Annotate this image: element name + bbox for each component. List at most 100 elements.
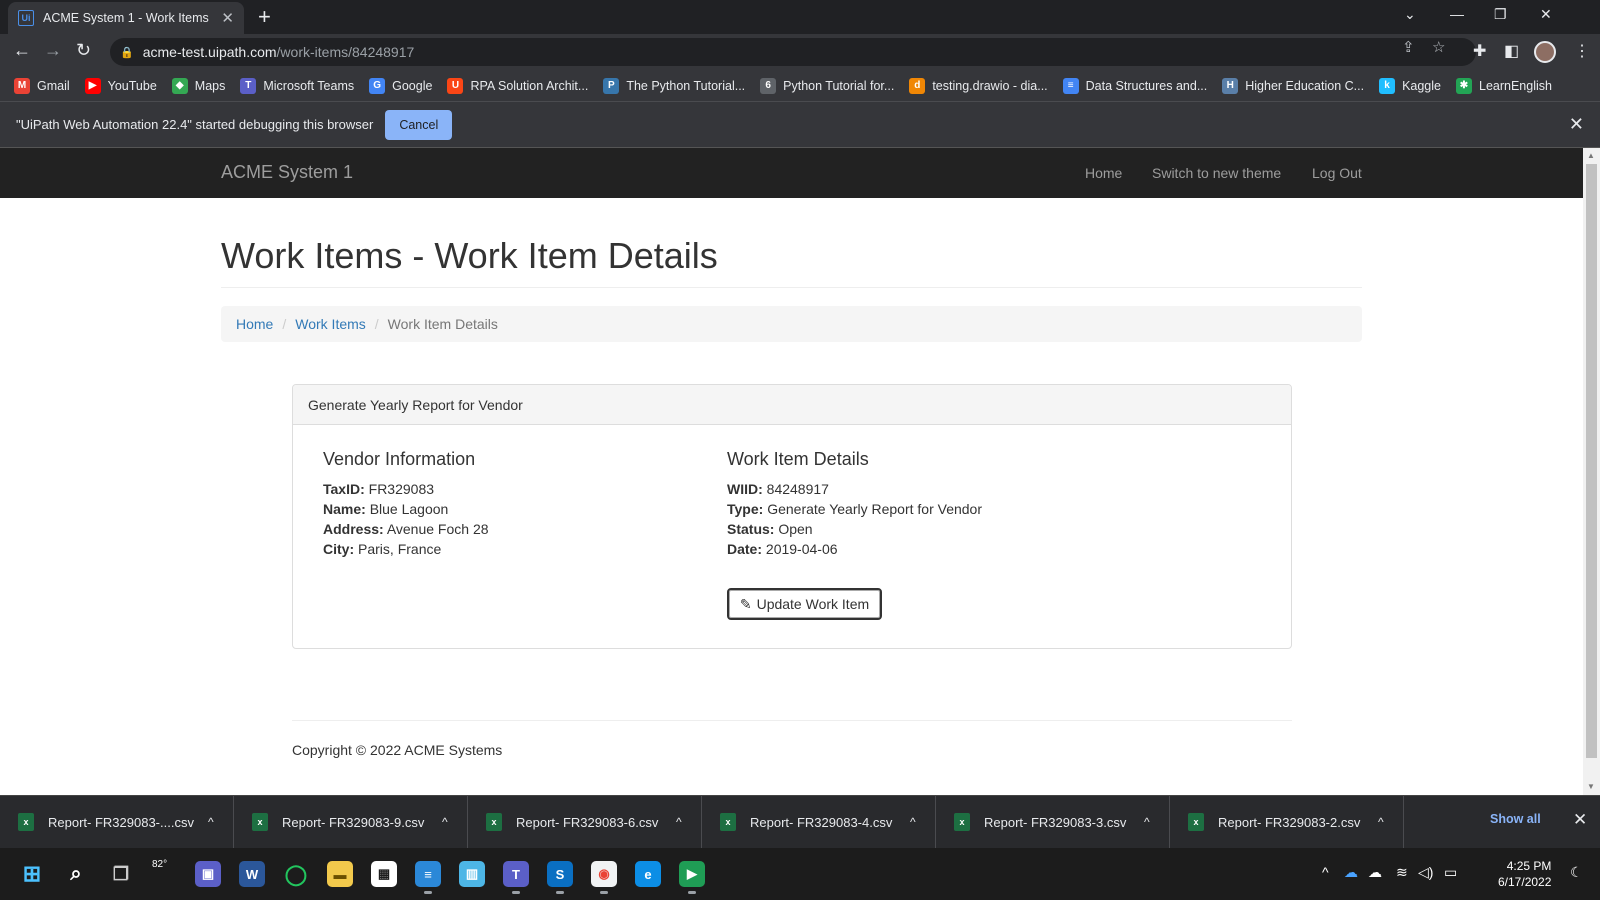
panel-heading: Generate Yearly Report for Vendor: [293, 385, 1291, 425]
cloud-sync-icon[interactable]: ☁: [1368, 864, 1382, 881]
bookmark-label: Kaggle: [1402, 78, 1441, 93]
side-panel-icon[interactable]: ◧: [1504, 41, 1519, 61]
microsoft-store-icon[interactable]: ▦: [371, 861, 397, 887]
teams-chat-icon[interactable]: ▣: [195, 861, 221, 887]
azure-app-icon[interactable]: ▥: [459, 861, 485, 887]
forward-icon[interactable]: →: [44, 40, 62, 61]
breadcrumb-work-items[interactable]: Work Items: [295, 316, 366, 332]
bookmark-item[interactable]: P The Python Tutorial...: [603, 77, 745, 94]
nav-home[interactable]: Home: [1085, 165, 1122, 181]
download-item[interactable]: x Report- FR329083-4.csv ^: [720, 796, 936, 848]
close-infobar-icon[interactable]: ✕: [1569, 114, 1584, 135]
file-explorer-icon[interactable]: ▬: [327, 861, 353, 887]
download-options-icon[interactable]: ^: [1378, 815, 1384, 829]
bookmark-item[interactable]: T Microsoft Teams: [240, 77, 355, 94]
download-filename: Report- FR329083-2.csv: [1218, 814, 1361, 830]
show-all-downloads[interactable]: Show all: [1490, 812, 1541, 826]
scroll-up-icon[interactable]: ▲: [1587, 151, 1595, 160]
uipath-assistant-icon[interactable]: ▶: [679, 861, 705, 894]
bookmark-label: LearnEnglish: [1479, 78, 1552, 93]
uipath-studio-icon[interactable]: S: [547, 861, 573, 894]
bookmark-item[interactable]: M Gmail: [14, 77, 70, 94]
work-item-details: Work Item Details WIID: 84248917 Type: G…: [727, 449, 982, 559]
update-work-item-button[interactable]: ✎ Update Work Item: [727, 588, 882, 620]
back-icon[interactable]: ←: [13, 40, 31, 61]
spinner-app-icon[interactable]: ◯: [283, 861, 309, 887]
share-icon[interactable]: ⇪: [1402, 38, 1415, 56]
bookmark-item[interactable]: G Google: [369, 77, 432, 94]
onedrive-icon[interactable]: ☁: [1344, 864, 1358, 881]
restore-icon[interactable]: ❐: [1494, 6, 1507, 23]
download-item[interactable]: x Report- FR329083-3.csv ^: [954, 796, 1170, 848]
notifications-icon[interactable]: ☾: [1570, 864, 1583, 881]
tab-search-icon[interactable]: ⌄: [1404, 6, 1416, 23]
update-work-item-label: Update Work Item: [756, 596, 870, 612]
show-hidden-icons-icon[interactable]: ^: [1322, 864, 1329, 880]
nav-logout[interactable]: Log Out: [1312, 165, 1362, 181]
download-options-icon[interactable]: ^: [208, 815, 214, 829]
bookmark-label: Microsoft Teams: [263, 78, 355, 93]
bookmark-label: Maps: [194, 78, 226, 93]
download-item[interactable]: x Report- FR329083-....csv ^: [18, 796, 234, 848]
work-item-status: Status: Open: [727, 521, 813, 537]
app-navbar: ACME System 1 Home Switch to new theme L…: [0, 148, 1583, 198]
bookmark-item[interactable]: ≡ Data Structures and...: [1062, 77, 1207, 94]
bookmark-item[interactable]: ▶ YouTube: [84, 77, 157, 94]
page-scrollbar[interactable]: ▲ ▼: [1583, 148, 1600, 795]
teams-icon[interactable]: T: [503, 861, 529, 894]
bookmark-item[interactable]: ✱ LearnEnglish: [1456, 77, 1552, 94]
edge-icon[interactable]: e: [635, 861, 661, 887]
wifi-icon[interactable]: ≋: [1396, 864, 1408, 881]
new-tab-icon[interactable]: +: [258, 4, 271, 30]
app-brand[interactable]: ACME System 1: [221, 162, 353, 183]
battery-icon[interactable]: ▭: [1444, 864, 1457, 881]
volume-icon[interactable]: ◁): [1418, 864, 1433, 881]
scroll-down-icon[interactable]: ▼: [1587, 782, 1595, 791]
word-icon[interactable]: W: [239, 861, 265, 887]
browser-toolbar: ← → ↻ 🔒 acme-test.uipath.com /work-items…: [0, 34, 1600, 70]
reload-icon[interactable]: ↻: [76, 40, 91, 61]
download-options-icon[interactable]: ^: [1144, 815, 1150, 829]
bookmark-star-icon[interactable]: ☆: [1432, 38, 1445, 56]
close-tab-icon[interactable]: ✕: [221, 9, 234, 27]
title-divider: [221, 287, 1362, 288]
infobar-message: "UiPath Web Automation 22.4" started deb…: [16, 117, 374, 132]
notepad-icon[interactable]: ≡: [415, 861, 441, 894]
download-item[interactable]: x Report- FR329083-6.csv ^: [486, 796, 702, 848]
close-download-shelf-icon[interactable]: ✕: [1573, 810, 1587, 830]
url-host: acme-test.uipath.com: [142, 44, 277, 60]
bookmark-item[interactable]: ◆ Maps: [171, 77, 226, 94]
scrollbar-thumb[interactable]: [1586, 164, 1597, 758]
close-window-icon[interactable]: ✕: [1540, 6, 1552, 23]
download-item[interactable]: x Report- FR329083-9.csv ^: [252, 796, 468, 848]
download-item[interactable]: x Report- FR329083-2.csv ^: [1188, 796, 1404, 848]
lock-icon[interactable]: 🔒: [120, 46, 134, 59]
task-view-icon[interactable]: ❐: [108, 861, 134, 887]
windows-start-icon[interactable]: ⊞: [19, 861, 45, 887]
breadcrumb-home[interactable]: Home: [236, 316, 273, 332]
bookmark-item[interactable]: d testing.drawio - dia...: [909, 77, 1048, 94]
tutorial-icon: 6: [760, 77, 777, 94]
more-menu-icon[interactable]: ⋮: [1574, 41, 1590, 61]
weather-temperature[interactable]: 82°: [152, 859, 167, 870]
bookmark-item[interactable]: U RPA Solution Archit...: [447, 77, 588, 94]
address-bar[interactable]: 🔒 acme-test.uipath.com /work-items/84248…: [110, 38, 1476, 66]
breadcrumb: Home / Work Items / Work Item Details: [221, 306, 1362, 342]
profile-avatar[interactable]: [1534, 41, 1556, 63]
download-options-icon[interactable]: ^: [442, 815, 448, 829]
download-options-icon[interactable]: ^: [910, 815, 916, 829]
learnenglish-icon: ✱: [1456, 77, 1472, 94]
search-icon[interactable]: ⌕: [63, 861, 89, 887]
cancel-debugging-button[interactable]: Cancel: [385, 109, 453, 140]
bookmark-item[interactable]: k Kaggle: [1379, 77, 1441, 94]
minimize-icon[interactable]: —: [1450, 6, 1464, 22]
extensions-icon[interactable]: ✚: [1473, 41, 1486, 61]
bookmark-item[interactable]: H Higher Education C...: [1222, 77, 1364, 94]
chrome-icon[interactable]: ◉: [591, 861, 617, 894]
download-options-icon[interactable]: ^: [676, 815, 682, 829]
nav-switch-theme[interactable]: Switch to new theme: [1152, 165, 1281, 181]
system-clock[interactable]: 4:25 PM 6/17/2022: [1498, 858, 1551, 890]
bookmark-item[interactable]: 6 Python Tutorial for...: [760, 77, 894, 94]
tab-title: ACME System 1 - Work Items: [43, 11, 209, 25]
browser-tab[interactable]: Ui ACME System 1 - Work Items ✕: [8, 2, 244, 34]
